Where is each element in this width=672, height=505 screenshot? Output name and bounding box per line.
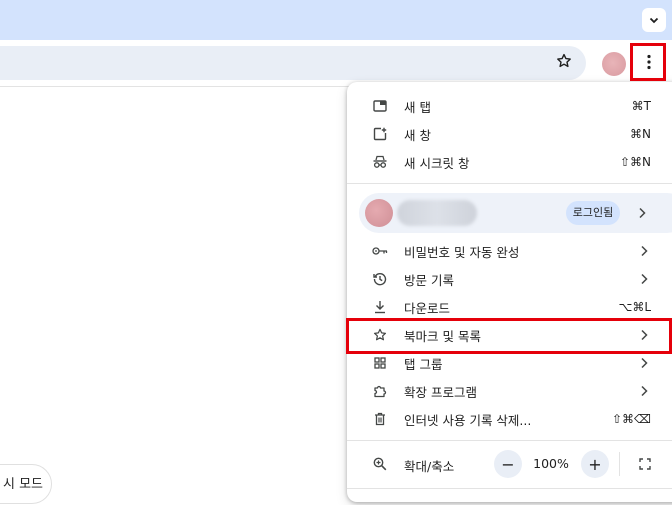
highlight-box-bookmarks-item	[346, 318, 672, 354]
profile-row[interactable]: 로그인됨	[359, 193, 672, 233]
new-window-icon	[371, 125, 389, 143]
toolbar	[0, 40, 672, 87]
menu-item-extensions[interactable]: 확장 프로그램	[347, 377, 672, 405]
menu-item-clear-browsing-data[interactable]: 인터넷 사용 기록 삭제... ⇧⌘⌫	[347, 405, 672, 433]
menu-item-label: 확장 프로그램	[404, 384, 477, 400]
zoom-label: 확대/축소	[404, 459, 455, 474]
menu-divider	[347, 488, 672, 489]
tab-search-button[interactable]	[642, 8, 666, 32]
chevron-right-icon	[637, 356, 651, 370]
menu-item-passwords-autofill[interactable]: 비밀번호 및 자동 완성	[347, 237, 672, 265]
history-icon	[371, 270, 389, 288]
zoom-divider	[619, 452, 620, 476]
shortcut-text: ⌘N	[630, 127, 651, 141]
menu-item-history[interactable]: 방문 기록	[347, 265, 672, 293]
shortcut-text: ⌘T	[631, 99, 651, 113]
menu-item-new-incognito-window[interactable]: 새 시크릿 창 ⇧⌘N	[347, 148, 672, 176]
menu-item-label: 새 시크릿 창	[404, 155, 470, 171]
download-icon	[371, 298, 389, 316]
mode-chip-label: 시 모드	[3, 477, 44, 492]
profile-name-redacted	[397, 200, 477, 226]
menu-item-label: 인터넷 사용 기록 삭제...	[404, 412, 532, 428]
chevron-right-icon	[637, 272, 651, 286]
highlight-box-menu-button	[630, 43, 666, 81]
chevron-right-icon	[637, 384, 651, 398]
menu-divider	[347, 440, 672, 441]
shortcut-text: ⇧⌘⌫	[611, 412, 651, 426]
menu-item-label: 탭 그룹	[404, 356, 443, 372]
menu-item-downloads[interactable]: 다운로드 ⌥⌘L	[347, 293, 672, 321]
menu-item-label: 새 탭	[404, 99, 431, 115]
profile-avatar-button[interactable]	[602, 52, 626, 76]
chevron-down-icon	[648, 11, 660, 30]
avatar	[365, 199, 393, 227]
chevron-right-icon	[637, 244, 651, 258]
shortcut-text: ⇧⌘N	[619, 155, 651, 169]
bookmark-star-button[interactable]	[552, 51, 576, 75]
chrome-menu: 새 탭 ⌘T 새 창 ⌘N 새 시크릿 창 ⇧⌘N 로그인됨 비밀번호 및 자동…	[347, 82, 672, 502]
new-tab-icon	[371, 97, 389, 115]
tab-groups-icon	[371, 354, 389, 372]
tab-strip	[0, 0, 672, 40]
menu-item-label: 다운로드	[404, 300, 451, 316]
zoom-value: 100%	[533, 456, 569, 471]
star-icon	[556, 53, 572, 73]
key-icon	[371, 242, 389, 260]
chevron-right-icon	[635, 206, 649, 220]
fullscreen-button[interactable]	[631, 450, 659, 478]
menu-item-label: 방문 기록	[404, 272, 454, 288]
menu-item-label: 비밀번호 및 자동 완성	[404, 244, 520, 260]
zoom-row: 확대/축소 − 100% +	[347, 450, 672, 478]
mode-chip[interactable]: 시 모드	[0, 464, 52, 504]
shortcut-text: ⌥⌘L	[618, 300, 651, 314]
trash-icon	[371, 410, 389, 428]
extensions-icon	[371, 382, 389, 400]
menu-divider	[347, 183, 672, 184]
zoom-icon	[371, 455, 389, 473]
menu-item-new-window[interactable]: 새 창 ⌘N	[347, 120, 672, 148]
address-bar[interactable]	[0, 46, 586, 80]
signed-in-badge: 로그인됨	[566, 201, 620, 225]
menu-item-new-tab[interactable]: 새 탭 ⌘T	[347, 92, 672, 120]
fullscreen-icon	[639, 455, 651, 474]
zoom-in-button[interactable]: +	[581, 450, 609, 478]
zoom-out-button[interactable]: −	[494, 450, 522, 478]
menu-item-label: 새 창	[404, 127, 431, 143]
incognito-icon	[371, 153, 389, 171]
